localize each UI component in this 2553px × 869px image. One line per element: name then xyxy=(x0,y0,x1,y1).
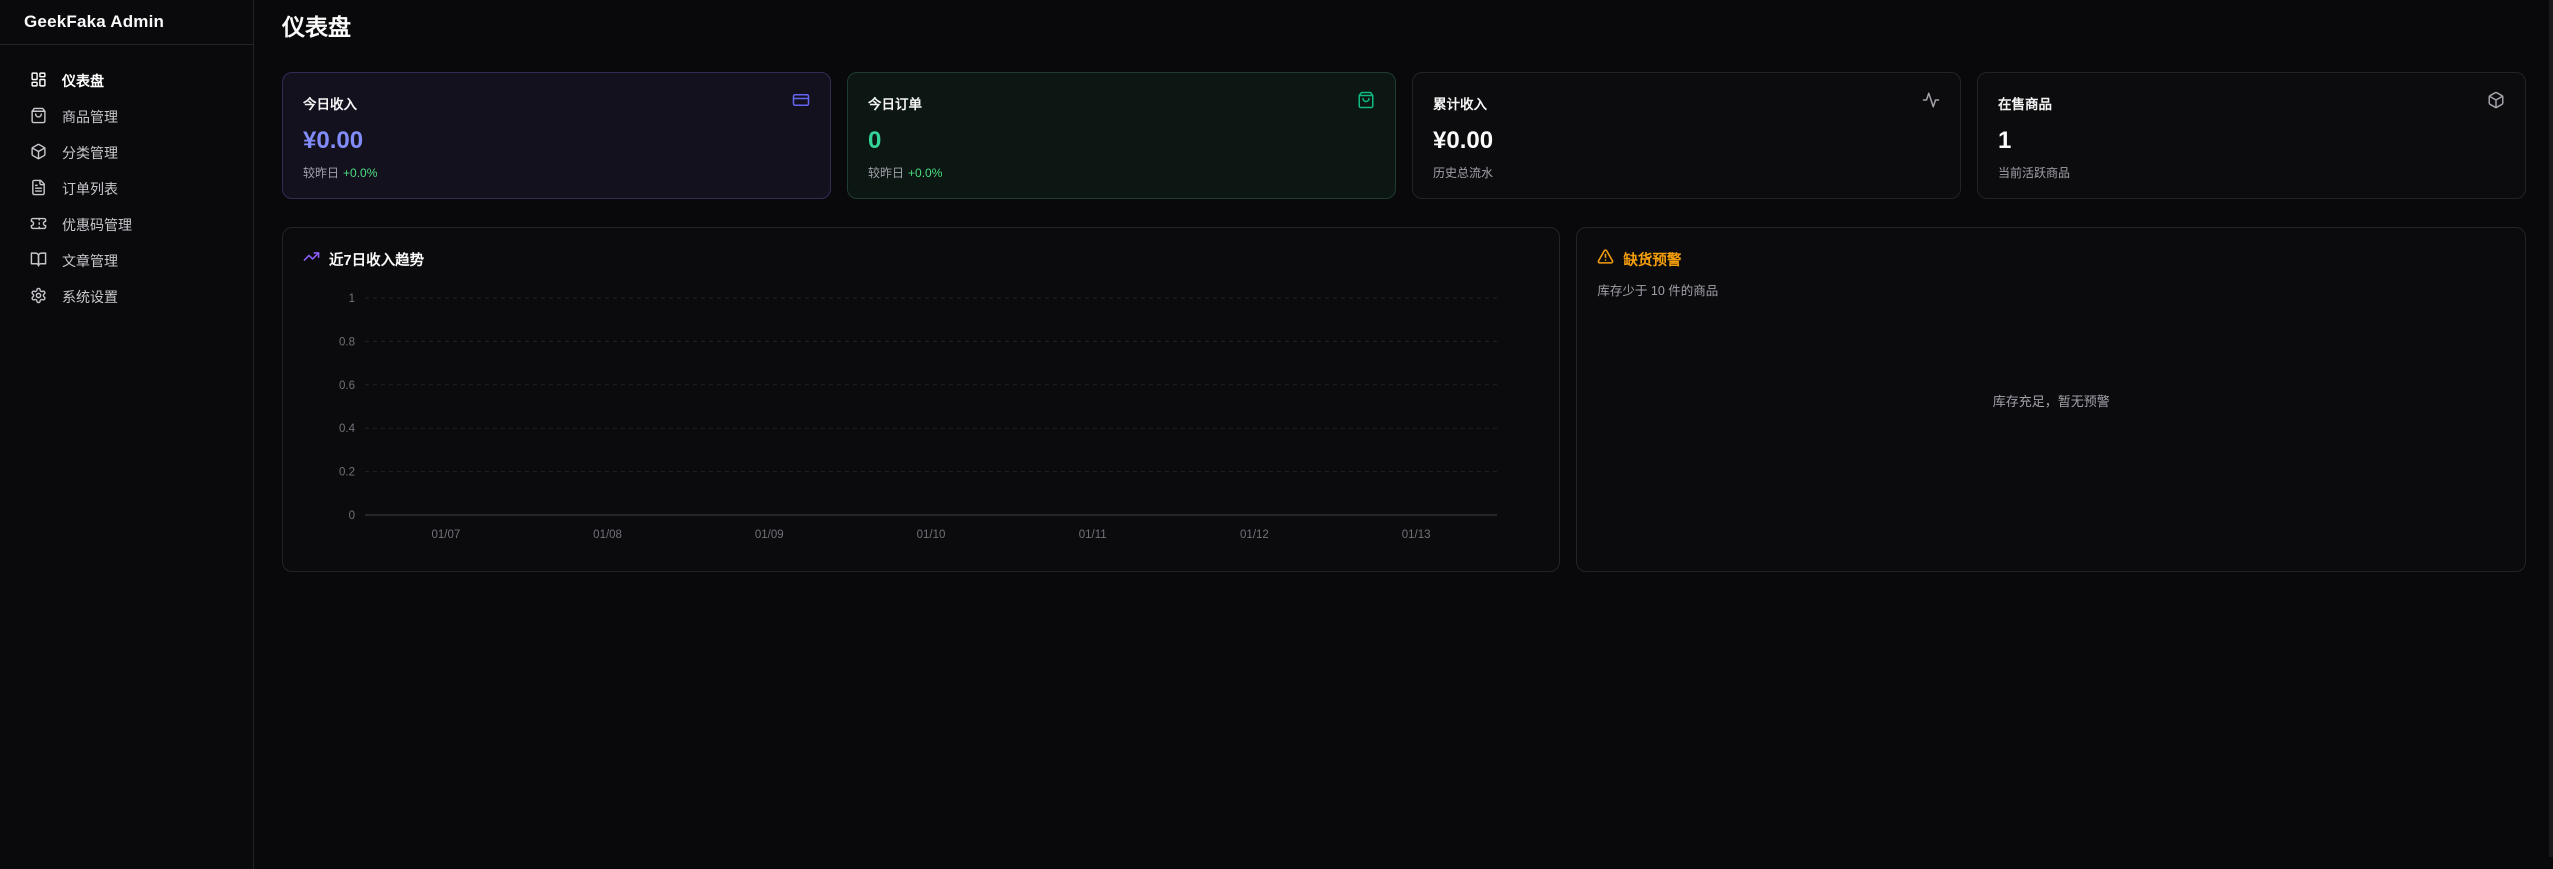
svg-text:01/11: 01/11 xyxy=(1079,529,1107,541)
stat-subtext: 较昨日+0.0% xyxy=(868,164,1375,181)
bottom-row: 近7日收入趋势 0 0.2 0.4 0.6 0.8 1 01/07 01/08 01/09 01/… xyxy=(282,227,2526,572)
sidebar-item-coupons[interactable]: 优惠码管理 xyxy=(12,207,241,243)
sidebar-nav: 仪表盘 商品管理 分类管理 订单列表 优惠码管理 文章管理 系统设置 xyxy=(0,45,253,333)
svg-text:0.2: 0.2 xyxy=(339,467,355,479)
brand-title: GeekFaka Admin xyxy=(0,0,253,45)
svg-text:01/13: 01/13 xyxy=(1402,529,1431,541)
stat-card-total-revenue: 累计收入 ¥0.00 历史总流水 xyxy=(1412,72,1961,199)
svg-text:0: 0 xyxy=(349,510,355,522)
stat-change: +0.0% xyxy=(343,166,377,180)
stat-label: 今日收入 xyxy=(303,93,357,113)
package-icon xyxy=(30,143,47,163)
svg-text:01/08: 01/08 xyxy=(593,529,622,541)
stat-card-active-products: 在售商品 1 当前活跃商品 xyxy=(1977,72,2526,199)
revenue-trend-card: 近7日收入趋势 0 0.2 0.4 0.6 0.8 1 01/07 01/08 01/09 01/… xyxy=(282,227,1560,572)
chart-title: 近7日收入趋势 xyxy=(329,249,424,270)
stat-card-today-orders: 今日订单 0 较昨日+0.0% xyxy=(847,72,1396,199)
alert-subtitle: 库存少于 10 件的商品 xyxy=(1597,280,2505,299)
sidebar-item-products[interactable]: 商品管理 xyxy=(12,99,241,135)
book-open-icon xyxy=(30,251,47,271)
stat-card-today-revenue: 今日收入 ¥0.00 较昨日+0.0% xyxy=(282,72,831,199)
sidebar: GeekFaka Admin 仪表盘 商品管理 分类管理 订单列表 优惠码管理 … xyxy=(0,0,254,869)
stat-value: 1 xyxy=(1998,127,2505,155)
revenue-line-chart: 0 0.2 0.4 0.6 0.8 1 01/07 01/08 01/09 01/10 01/11 0… xyxy=(303,284,1539,551)
svg-text:01/12: 01/12 xyxy=(1240,529,1269,541)
stats-row: 今日收入 ¥0.00 较昨日+0.0% 今日订单 0 较昨日+0.0% 累计收入… xyxy=(282,72,2526,199)
stat-subtext: 较昨日+0.0% xyxy=(303,164,810,181)
stat-subtext: 历史总流水 xyxy=(1433,164,1940,181)
page-title: 仪表盘 xyxy=(282,8,2526,42)
shopping-bag-icon xyxy=(1357,91,1375,114)
settings-icon xyxy=(30,287,47,307)
sidebar-item-label: 分类管理 xyxy=(62,143,118,163)
alert-triangle-icon xyxy=(1597,248,1614,270)
stat-change: +0.0% xyxy=(908,166,942,180)
stat-value: 0 xyxy=(868,127,1375,155)
trending-up-icon xyxy=(303,248,320,270)
stat-value: ¥0.00 xyxy=(303,127,810,155)
sidebar-item-label: 优惠码管理 xyxy=(62,215,132,235)
svg-text:0.6: 0.6 xyxy=(339,380,355,392)
stat-label: 累计收入 xyxy=(1433,93,1487,113)
sidebar-item-label: 订单列表 xyxy=(62,179,118,199)
svg-text:01/07: 01/07 xyxy=(431,529,460,541)
svg-text:01/09: 01/09 xyxy=(755,529,784,541)
sidebar-item-label: 商品管理 xyxy=(62,107,118,127)
svg-text:0.4: 0.4 xyxy=(339,423,356,435)
vertical-scrollbar[interactable] xyxy=(2549,0,2553,857)
svg-text:01/10: 01/10 xyxy=(917,529,946,541)
svg-text:0.8: 0.8 xyxy=(339,336,355,348)
file-text-icon xyxy=(30,179,47,199)
package-icon xyxy=(2487,91,2505,114)
sidebar-item-label: 系统设置 xyxy=(62,287,118,307)
sidebar-item-label: 文章管理 xyxy=(62,251,118,271)
sidebar-item-settings[interactable]: 系统设置 xyxy=(12,279,241,315)
sidebar-item-label: 仪表盘 xyxy=(62,71,104,91)
alert-empty-message: 库存充足，暂无预警 xyxy=(1597,391,2505,410)
stat-label: 在售商品 xyxy=(1998,93,2052,113)
sidebar-item-orders[interactable]: 订单列表 xyxy=(12,171,241,207)
stat-label: 今日订单 xyxy=(868,93,922,113)
sidebar-item-dashboard[interactable]: 仪表盘 xyxy=(12,63,241,99)
stat-subtext: 当前活跃商品 xyxy=(1998,164,2505,181)
alert-title: 缺货预警 xyxy=(1623,249,1681,270)
activity-icon xyxy=(1922,91,1940,114)
svg-text:1: 1 xyxy=(349,293,355,305)
ticket-icon xyxy=(30,215,47,235)
dashboard-icon xyxy=(30,71,47,91)
credit-card-icon xyxy=(792,91,810,114)
sidebar-item-articles[interactable]: 文章管理 xyxy=(12,243,241,279)
stock-alert-card: 缺货预警 库存少于 10 件的商品 库存充足，暂无预警 xyxy=(1576,227,2526,572)
main-content: 仪表盘 今日收入 ¥0.00 较昨日+0.0% 今日订单 0 较昨日+0.0% … xyxy=(255,0,2553,869)
sidebar-item-categories[interactable]: 分类管理 xyxy=(12,135,241,171)
stat-value: ¥0.00 xyxy=(1433,127,1940,155)
shopping-bag-icon xyxy=(30,107,47,127)
